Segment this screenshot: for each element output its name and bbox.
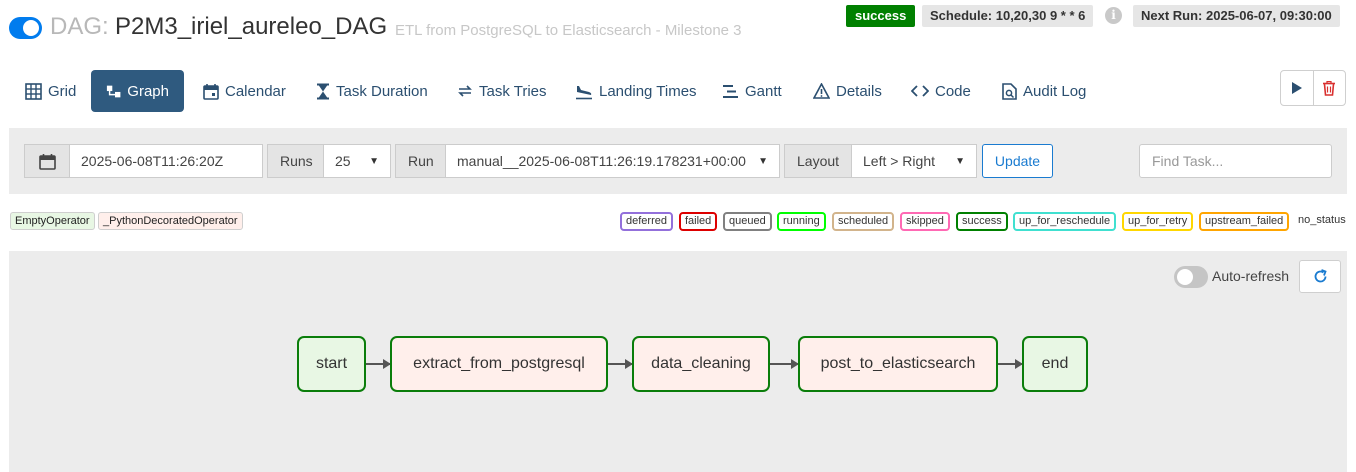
run-label: Run — [395, 144, 446, 178]
hourglass-icon — [317, 83, 329, 99]
graph-icon — [106, 85, 121, 97]
state-legend-deferred[interactable]: deferred — [620, 212, 673, 231]
dag-description: ETL from PostgreSQL to Elasticsearch - M… — [395, 22, 742, 39]
grid-icon — [25, 82, 42, 100]
state-legend-up-for-retry[interactable]: up_for_retry — [1122, 212, 1194, 231]
schedule-badge: Schedule: 10,20,30 9 * * 6 — [922, 5, 1094, 27]
state-legend-scheduled[interactable]: scheduled — [832, 212, 895, 231]
chevron-down-icon: ▼ — [955, 155, 965, 167]
trash-icon — [1323, 80, 1336, 96]
dag-view-tabs: Grid Graph Calendar Task Duration Task T… — [0, 70, 1356, 112]
calendar-icon — [203, 83, 219, 100]
dag-header: DAG: P2M3_iriel_aureleo_DAG ETL from Pos… — [0, 0, 1356, 56]
dag-graph-canvas[interactable]: Auto-refresh start extract_from_postgres… — [9, 251, 1347, 472]
operator-legend-empty[interactable]: EmptyOperator — [10, 212, 95, 230]
layout-select-value: Left > Right — [863, 153, 935, 169]
state-legend-no-status[interactable]: no_status — [1298, 214, 1346, 226]
tab-gantt[interactable]: Gantt — [722, 70, 782, 112]
refresh-button[interactable] — [1299, 260, 1341, 293]
tab-grid[interactable]: Grid — [25, 70, 76, 112]
tab-task-tries[interactable]: Task Tries — [457, 70, 547, 112]
state-legend-success[interactable]: success — [956, 212, 1008, 231]
edge-start-extract — [366, 359, 391, 369]
tab-details-label: Details — [836, 82, 882, 100]
next-run-badge: Next Run: 2025-06-07, 09:30:00 — [1133, 5, 1340, 27]
tab-code-label: Code — [935, 82, 971, 100]
base-date-input[interactable]: 2025-06-08T11:26:20Z — [69, 144, 263, 178]
code-icon — [911, 85, 929, 97]
gantt-icon — [723, 84, 738, 98]
dag-state-badge: success — [846, 5, 916, 27]
task-node-post-to-elasticsearch[interactable]: post_to_elasticsearch — [798, 336, 998, 392]
task-node-start[interactable]: start — [297, 336, 366, 392]
run-select-value: manual__2025-06-08T11:26:19.178231+00:00 — [457, 153, 746, 169]
task-node-end[interactable]: end — [1022, 336, 1088, 392]
auto-refresh-toggle[interactable] — [1174, 266, 1208, 288]
plane-landing-icon — [576, 85, 592, 99]
auto-refresh-label: Auto-refresh — [1212, 268, 1290, 284]
edge-extract-cleaning — [608, 359, 633, 369]
delete-dag-button[interactable] — [1312, 71, 1345, 105]
state-legend-up-for-reschedule[interactable]: up_for_reschedule — [1013, 212, 1117, 231]
layout-label: Layout — [784, 144, 852, 178]
state-legend-queued[interactable]: queued — [723, 212, 772, 231]
chevron-down-icon: ▼ — [758, 155, 768, 167]
retry-arrows-icon — [458, 85, 472, 97]
task-node-data-cleaning[interactable]: data_cleaning — [632, 336, 770, 392]
state-legend-skipped[interactable]: skipped — [900, 212, 950, 231]
dag-id-title[interactable]: P2M3_iriel_aureleo_DAG — [115, 13, 387, 41]
dag-actions — [1280, 70, 1346, 106]
task-node-extract-from-postgresql[interactable]: extract_from_postgresql — [390, 336, 608, 392]
trigger-dag-button[interactable] — [1281, 71, 1313, 105]
tab-graph-label: Graph — [127, 82, 169, 100]
layout-select[interactable]: Left > Right ▼ — [851, 144, 977, 178]
graph-controls-bar: 2025-06-08T11:26:20Z Runs 25 ▼ Run manual… — [9, 128, 1347, 194]
state-legend-failed[interactable]: failed — [679, 212, 718, 231]
dag-pause-toggle[interactable] — [9, 17, 42, 39]
tab-gantt-label: Gantt — [745, 82, 782, 100]
tab-task-duration[interactable]: Task Duration — [316, 70, 428, 112]
tab-graph[interactable]: Graph — [91, 70, 184, 112]
tab-task-duration-label: Task Duration — [336, 82, 428, 100]
warning-triangle-icon — [813, 83, 830, 99]
state-legend-running[interactable]: running — [777, 212, 826, 231]
tab-landing-times-label: Landing Times — [599, 82, 697, 100]
file-search-icon — [1002, 82, 1017, 100]
edge-cleaning-post — [770, 359, 799, 369]
update-button[interactable]: Update — [982, 144, 1053, 178]
find-task-input[interactable] — [1139, 144, 1332, 178]
operator-legend-python-decorated[interactable]: _PythonDecoratedOperator — [98, 212, 243, 230]
tab-details[interactable]: Details — [813, 70, 882, 112]
tab-code[interactable]: Code — [911, 70, 971, 112]
tab-audit-log[interactable]: Audit Log — [1002, 70, 1086, 112]
state-legend-upstream-failed[interactable]: upstream_failed — [1199, 212, 1290, 231]
calendar-icon — [38, 153, 56, 170]
tab-calendar-label: Calendar — [225, 82, 286, 100]
dag-prefix: DAG: — [50, 13, 109, 40]
tab-task-tries-label: Task Tries — [479, 82, 547, 100]
tab-landing-times[interactable]: Landing Times — [575, 70, 697, 112]
run-select[interactable]: manual__2025-06-08T11:26:19.178231+00:00… — [445, 144, 780, 178]
chevron-down-icon: ▼ — [369, 155, 379, 167]
info-icon[interactable]: i — [1105, 7, 1122, 24]
refresh-icon — [1314, 269, 1327, 283]
play-icon — [1291, 82, 1302, 94]
tab-grid-label: Grid — [48, 82, 77, 100]
runs-select-value: 25 — [335, 153, 351, 169]
tab-audit-log-label: Audit Log — [1023, 82, 1087, 100]
runs-label: Runs — [267, 144, 324, 178]
base-date-calendar-button[interactable] — [24, 144, 70, 178]
edge-post-end — [998, 359, 1023, 369]
runs-select[interactable]: 25 ▼ — [323, 144, 391, 178]
tab-calendar[interactable]: Calendar — [203, 70, 286, 112]
